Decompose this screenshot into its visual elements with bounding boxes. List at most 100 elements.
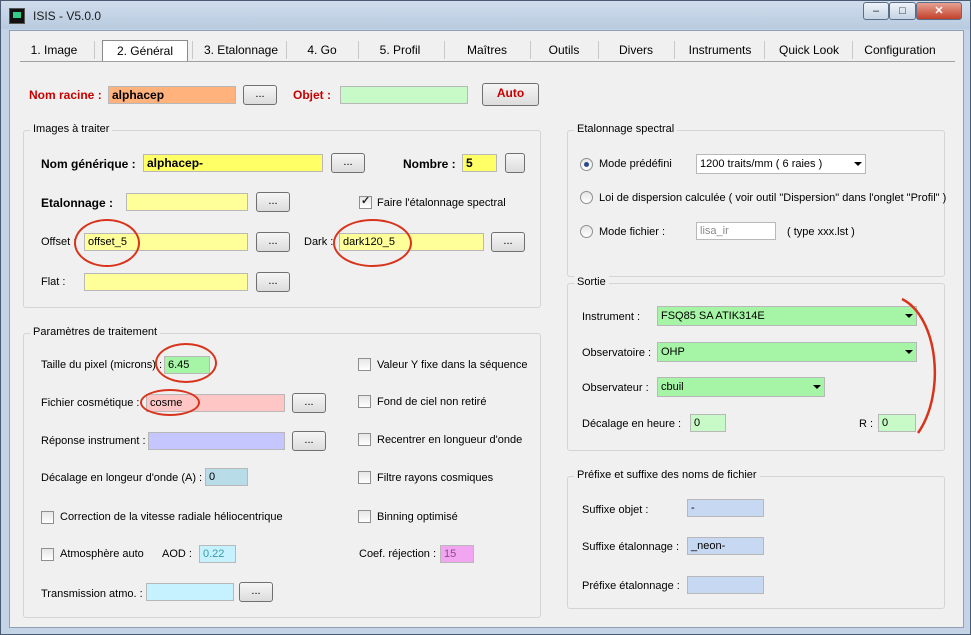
loi-dispersion-radio[interactable] bbox=[580, 191, 593, 204]
tab-separator bbox=[764, 41, 765, 59]
auto-button[interactable]: Auto bbox=[482, 83, 539, 106]
nom-racine-label: Nom racine : bbox=[29, 88, 102, 102]
transmission-input[interactable] bbox=[146, 583, 234, 601]
maximize-button[interactable]: □ bbox=[889, 2, 916, 20]
suffixe-objet-input[interactable]: - bbox=[687, 499, 764, 517]
binning-checkbox[interactable] bbox=[358, 510, 371, 523]
fond-ciel-checkbox[interactable] bbox=[358, 395, 371, 408]
filtre-cosmiques-checkbox[interactable] bbox=[358, 471, 371, 484]
tab-separator bbox=[674, 41, 675, 59]
mode-fichier-input[interactable]: lisa_ir bbox=[696, 222, 776, 240]
annotation-circle-pixel bbox=[155, 343, 217, 383]
faire-etalonnage-checkbox[interactable] bbox=[359, 194, 372, 209]
tab-go[interactable]: 4. Go bbox=[290, 39, 354, 61]
annotation-arc-sortie bbox=[901, 297, 937, 434]
observateur-value: cbuil bbox=[661, 381, 684, 393]
observateur-label: Observateur : bbox=[582, 382, 649, 394]
binning-label: Binning optimisé bbox=[377, 511, 458, 523]
decalage-onde-input[interactable]: 0 bbox=[205, 468, 248, 486]
instrument-label: Instrument : bbox=[582, 311, 641, 323]
reponse-browse-button[interactable]: ... bbox=[292, 431, 326, 451]
recentrer-checkbox[interactable] bbox=[358, 433, 371, 446]
suffixe-etalonnage-label: Suffixe étalonnage : bbox=[582, 541, 680, 553]
decalage-onde-label: Décalage en longeur d'onde (A) : bbox=[41, 472, 203, 484]
minimize-button[interactable]: – bbox=[863, 2, 889, 20]
atmosphere-auto-checkbox[interactable] bbox=[41, 548, 54, 561]
mode-fichier-radio[interactable] bbox=[580, 225, 593, 238]
mode-predefini-value: 1200 traits/mm ( 6 raies ) bbox=[700, 158, 823, 170]
tab-divers[interactable]: Divers bbox=[604, 39, 668, 61]
prefixe-etalonnage-input[interactable] bbox=[687, 576, 764, 594]
cosmetique-browse-button[interactable]: ... bbox=[292, 393, 326, 413]
tab-separator bbox=[530, 41, 531, 59]
filtre-cosmiques-label: Filtre rayons cosmiques bbox=[377, 472, 494, 484]
vitesse-radiale-label: Correction de la vitesse radiale hélioce… bbox=[60, 511, 283, 523]
etalonnage-input[interactable] bbox=[126, 193, 248, 211]
vitesse-radiale-checkbox[interactable] bbox=[41, 511, 54, 524]
flat-input[interactable] bbox=[84, 273, 248, 291]
generic-browse-button[interactable]: ... bbox=[331, 153, 365, 173]
title-bar[interactable]: ISIS - V5.0.0 – □ ✕ bbox=[1, 1, 970, 29]
aod-input[interactable]: 0.22 bbox=[199, 545, 236, 563]
reponse-input[interactable] bbox=[148, 432, 285, 450]
window-frame: ISIS - V5.0.0 – □ ✕ 1. Image 2. Général … bbox=[0, 0, 971, 635]
etalonnage-label: Etalonnage : bbox=[41, 196, 114, 210]
images-group-legend: Images à traiter bbox=[30, 123, 113, 135]
nom-racine-browse-button[interactable]: ... bbox=[243, 85, 277, 105]
offset-label: Offset : bbox=[41, 236, 77, 248]
y-fixe-checkbox[interactable] bbox=[358, 358, 371, 371]
instrument-value: FSQ85 SA ATIK314E bbox=[661, 310, 765, 322]
tab-etalonnage[interactable]: 3. Etalonnage bbox=[198, 39, 284, 61]
observatoire-select[interactable]: OHP bbox=[657, 342, 917, 362]
etalonnage-browse-button[interactable]: ... bbox=[256, 192, 290, 212]
mode-predefini-radio[interactable] bbox=[580, 158, 593, 171]
nombre-input[interactable]: 5 bbox=[462, 154, 497, 172]
suffixe-etalonnage-input[interactable]: _neon- bbox=[687, 537, 764, 555]
atmosphere-auto-label: Atmosphère auto bbox=[60, 548, 144, 560]
type-lst-label: ( type xxx.lst ) bbox=[787, 226, 855, 238]
fond-ciel-label: Fond de ciel non retiré bbox=[377, 396, 487, 408]
generic-input[interactable]: alphacep- bbox=[143, 154, 323, 172]
faire-etalonnage-label: Faire l'étalonnage spectral bbox=[377, 197, 506, 209]
coef-rejection-input[interactable]: 15 bbox=[440, 545, 474, 563]
flat-browse-button[interactable]: ... bbox=[256, 272, 290, 292]
r-label: R : bbox=[859, 418, 874, 430]
tab-strip-border bbox=[20, 61, 955, 62]
main-panel: 1. Image 2. Général 3. Etalonnage 4. Go … bbox=[9, 30, 964, 628]
close-button[interactable]: ✕ bbox=[916, 2, 962, 20]
transmission-browse-button[interactable]: ... bbox=[239, 582, 273, 602]
nombre-label: Nombre : bbox=[403, 157, 456, 171]
mode-predefini-select[interactable]: 1200 traits/mm ( 6 raies ) bbox=[696, 154, 866, 174]
recentrer-label: Recentrer en longueur d'onde bbox=[377, 434, 523, 446]
tab-outils[interactable]: Outils bbox=[534, 39, 594, 61]
objet-input[interactable] bbox=[340, 86, 468, 104]
observatoire-label: Observatoire : bbox=[582, 347, 652, 359]
window-title: ISIS - V5.0.0 bbox=[33, 9, 102, 23]
tab-separator bbox=[852, 41, 853, 59]
dark-browse-button[interactable]: ... bbox=[491, 232, 525, 252]
reponse-label: Réponse instrument : bbox=[41, 435, 146, 447]
tab-configuration[interactable]: Configuration bbox=[856, 39, 944, 61]
cosmetique-label: Fichier cosmétique : bbox=[41, 397, 140, 409]
tab-general[interactable]: 2. Général bbox=[102, 40, 188, 62]
tab-separator bbox=[192, 41, 193, 59]
offset-browse-button[interactable]: ... bbox=[256, 232, 290, 252]
instrument-select[interactable]: FSQ85 SA ATIK314E bbox=[657, 306, 917, 326]
annotation-circle-offset bbox=[74, 219, 140, 267]
chevron-down-icon bbox=[854, 162, 862, 166]
tab-profil[interactable]: 5. Profil bbox=[362, 39, 438, 61]
tab-instruments[interactable]: Instruments bbox=[680, 39, 760, 61]
observateur-select[interactable]: cbuil bbox=[657, 377, 825, 397]
objet-label: Objet : bbox=[293, 88, 331, 102]
nombre-button[interactable] bbox=[505, 153, 525, 173]
pixel-label: Taille du pixel (microns) : bbox=[41, 359, 163, 371]
mode-fichier-label: Mode fichier : bbox=[599, 226, 666, 238]
tab-quick-look[interactable]: Quick Look bbox=[770, 39, 848, 61]
nom-racine-input[interactable]: alphacep bbox=[108, 86, 236, 104]
tab-image[interactable]: 1. Image bbox=[20, 39, 88, 61]
app-logo-icon bbox=[9, 8, 25, 24]
aod-label: AOD : bbox=[162, 548, 192, 560]
decalage-heure-input[interactable]: 0 bbox=[690, 414, 726, 432]
etalonnage-spectral-legend: Etalonnage spectral bbox=[574, 123, 678, 135]
tab-maitres[interactable]: Maîtres bbox=[450, 39, 524, 61]
